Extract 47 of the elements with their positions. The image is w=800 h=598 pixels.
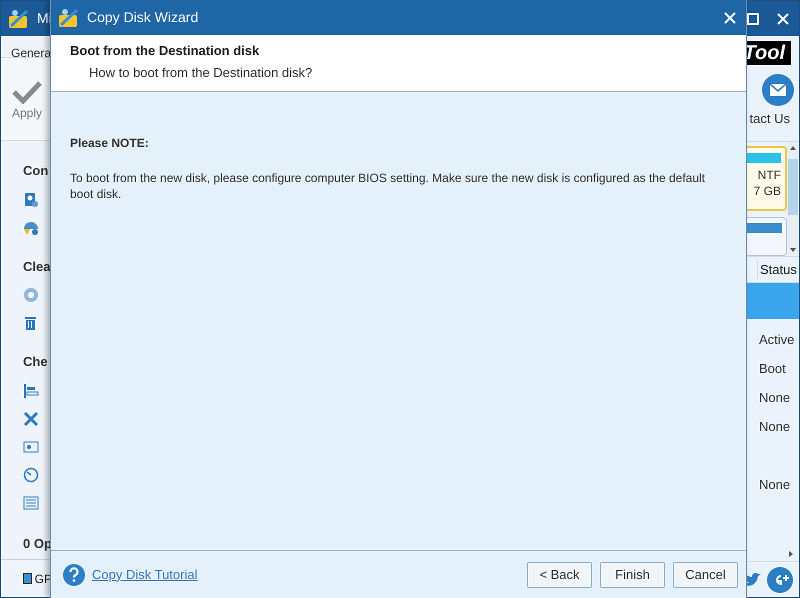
tutorial-link[interactable]: Copy Disk Tutorial: [92, 564, 198, 584]
disk-icon[interactable]: [23, 192, 39, 208]
card-icon[interactable]: [23, 438, 39, 454]
section-title: Che: [23, 353, 49, 371]
column-header[interactable]: Status: [757, 260, 797, 280]
note-title: Please NOTE:: [70, 135, 150, 152]
plus-icon[interactable]: [767, 566, 793, 592]
gauge-icon[interactable]: [23, 466, 39, 482]
table-row[interactable]: None: [743, 383, 799, 412]
list-icon[interactable]: [23, 494, 39, 510]
table-row[interactable]: None: [743, 470, 799, 499]
step-subtitle: How to boot from the Destination disk?: [88, 64, 314, 82]
scroll-right-icon[interactable]: [789, 551, 793, 557]
contact-label[interactable]: tact Us: [750, 109, 799, 128]
checkmark-icon: [11, 80, 43, 104]
bars-icon[interactable]: [23, 382, 39, 398]
close-icon: [724, 12, 736, 24]
mail-icon[interactable]: [762, 74, 794, 106]
dialog-title: Copy Disk Wizard: [87, 8, 198, 27]
close-button[interactable]: [722, 10, 738, 26]
close-icon[interactable]: [777, 12, 789, 24]
table-row[interactable]: Boot: [743, 354, 799, 383]
maximize-icon[interactable]: [747, 12, 759, 24]
note-text: To boot from the new disk, please configure computer BIOS setting. Make sure the new disk is configured as the default boot disk.: [70, 170, 706, 202]
convert-icon[interactable]: [23, 220, 39, 236]
table-row[interactable]: None: [743, 412, 799, 441]
tools-icon[interactable]: [23, 410, 39, 426]
status-cell-text: None: [758, 476, 790, 494]
section-title: Clea: [23, 258, 52, 276]
scroll-down-icon[interactable]: [790, 248, 796, 252]
status-cell-text: None: [758, 388, 790, 407]
section-title: Con: [23, 162, 50, 180]
menu-tab[interactable]: Genera: [11, 44, 52, 62]
step-title: Boot from the Destination disk: [70, 42, 260, 60]
size-label: 7 GB: [754, 183, 781, 199]
status-cell-text: None: [758, 418, 790, 436]
scroll-up-icon[interactable]: [790, 146, 796, 150]
dialog-button[interactable]: Cancel: [673, 562, 738, 588]
status-cell-text: Active: [758, 330, 794, 349]
dialog-button[interactable]: < Back: [527, 562, 592, 588]
table-row[interactable]: Active: [743, 325, 799, 354]
status-cell-text: Boot: [758, 360, 786, 378]
filesystem-label: NTF: [758, 167, 781, 183]
dialog-button[interactable]: Finish: [600, 562, 665, 588]
trash-icon[interactable]: [23, 315, 39, 331]
scrollbar[interactable]: [787, 142, 799, 256]
help-icon[interactable]: [63, 564, 85, 586]
